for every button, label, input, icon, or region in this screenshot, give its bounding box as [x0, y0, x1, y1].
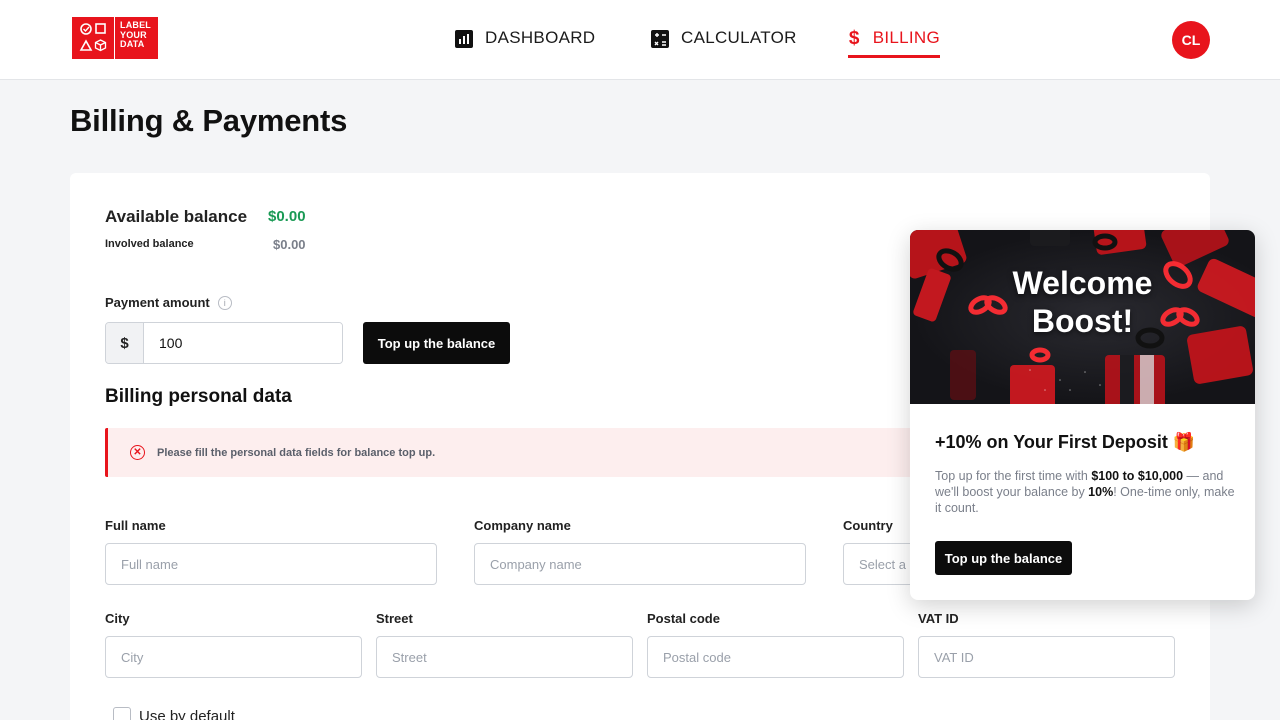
label-your-data-logo[interactable]: LABEL YOUR DATA — [72, 17, 158, 59]
currency-prefix: $ — [106, 323, 144, 363]
nav-dashboard-label: DASHBOARD — [485, 28, 596, 47]
city-label: City — [105, 611, 130, 626]
involved-balance-label: Involved balance — [105, 238, 194, 250]
use-by-default-row[interactable]: Use by default — [113, 707, 235, 720]
logo-text-line3: DATA — [120, 39, 145, 49]
use-by-default-checkbox[interactable] — [113, 707, 131, 720]
dollar-icon: $ — [848, 28, 860, 49]
top-up-balance-button[interactable]: Top up the balance — [363, 322, 510, 364]
billing-personal-data-title: Billing personal data — [105, 386, 292, 407]
banner-title-line1: Welcome — [1012, 265, 1153, 301]
personal-data-alert: ✕ Please fill the personal data fields f… — [105, 428, 925, 477]
city-input[interactable] — [105, 636, 362, 678]
popup-text-percent: 10% — [1088, 485, 1114, 499]
page-title: Billing & Payments — [70, 103, 348, 138]
available-balance-label: Available balance — [105, 207, 248, 226]
street-input[interactable] — [376, 636, 633, 678]
popup-description: Top up for the first time with $100 to $… — [935, 468, 1235, 516]
logo-wordmark: LABEL YOUR DATA — [115, 17, 158, 59]
info-icon[interactable]: i — [217, 295, 232, 310]
alert-message: Please fill the personal data fields for… — [157, 446, 436, 459]
payment-amount-input[interactable] — [144, 323, 342, 363]
user-avatar[interactable]: CL — [1172, 21, 1210, 59]
welcome-boost-popup: Welcome Boost! +10% on Your First Deposi… — [910, 230, 1255, 600]
nav-dashboard[interactable]: DASHBOARD — [455, 28, 595, 58]
popup-top-up-button[interactable]: Top up the balance — [935, 541, 1072, 575]
vat-id-label: VAT ID — [918, 611, 959, 626]
payment-amount-group: $ — [105, 322, 343, 364]
popup-text-part1: Top up for the first time with — [935, 469, 1092, 483]
company-name-label: Company name — [474, 518, 571, 533]
banner-title-line2: Boost! — [1031, 303, 1134, 339]
nav-billing[interactable]: $ BILLING — [848, 28, 940, 58]
top-header: LABEL YOUR DATA DASHBOARD CALCULATOR $ B… — [0, 0, 1280, 80]
available-balance-value: $0.00 — [268, 208, 306, 225]
full-name-input[interactable] — [105, 543, 437, 585]
postal-code-input[interactable] — [647, 636, 904, 678]
use-by-default-label: Use by default — [139, 707, 235, 720]
nav-billing-label: BILLING — [872, 28, 940, 47]
popup-text-range: $100 to $10,000 — [1091, 469, 1184, 483]
error-circle-icon: ✕ — [130, 445, 145, 460]
banner-title: Welcome Boost! — [910, 264, 1255, 340]
vat-id-input[interactable] — [918, 636, 1175, 678]
welcome-boost-banner: Welcome Boost! — [910, 230, 1255, 404]
calculator-icon — [651, 30, 669, 48]
company-name-input[interactable] — [474, 543, 806, 585]
involved-balance-value: $0.00 — [273, 237, 306, 252]
postal-code-label: Postal code — [647, 611, 720, 626]
payment-amount-label-text: Payment amount — [105, 295, 210, 310]
street-label: Street — [376, 611, 413, 626]
full-name-label: Full name — [105, 518, 166, 533]
country-label: Country — [843, 518, 893, 533]
payment-amount-label: Payment amount i — [105, 295, 232, 310]
logo-shapes-icon — [79, 23, 107, 52]
nav-calculator[interactable]: CALCULATOR — [651, 28, 797, 58]
bar-chart-icon — [455, 30, 473, 48]
popup-heading: +10% on Your First Deposit 🎁 — [935, 432, 1196, 452]
logo-icons — [72, 17, 115, 59]
nav-calculator-label: CALCULATOR — [681, 28, 797, 47]
